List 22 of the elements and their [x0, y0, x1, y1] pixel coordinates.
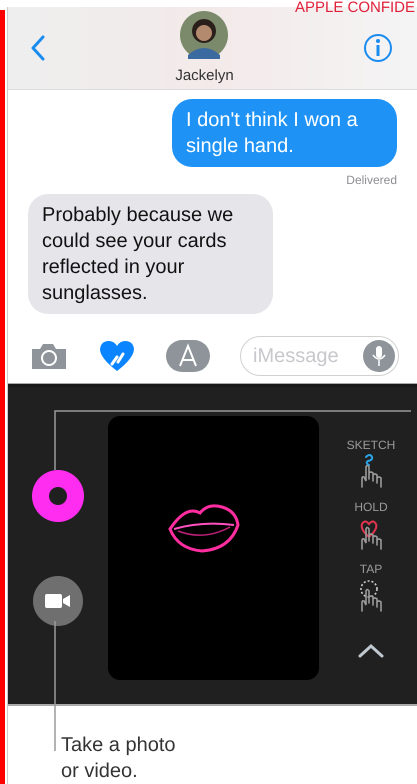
info-icon[interactable]	[362, 33, 393, 63]
video-camera-icon	[45, 593, 71, 609]
gesture-label: HOLD	[354, 499, 388, 515]
heart-touch-icon[interactable]	[98, 340, 136, 372]
callout-text: Take a photo or video.	[61, 733, 177, 784]
message-bar[interactable]: iMessage	[240, 336, 399, 376]
contact-name: Jackelyn	[175, 66, 234, 86]
avatar[interactable]	[180, 10, 228, 59]
received-message-bubble: Probably because we could see your cards reflected in your sunglasses.	[28, 194, 273, 314]
microphone-icon[interactable]	[363, 340, 395, 372]
chevron-up-icon[interactable]	[357, 643, 385, 659]
gesture-label: TAP	[360, 561, 382, 577]
confidential-label: APPLE CONFIDE	[294, 0, 415, 16]
gesture-label: SKETCH	[346, 437, 396, 453]
back-icon[interactable]	[30, 35, 46, 61]
record-button[interactable]	[32, 470, 84, 522]
camera-icon[interactable]	[30, 341, 68, 371]
message-field[interactable]: iMessage	[253, 341, 363, 371]
app-store-icon[interactable]	[166, 340, 210, 372]
delivered-status: Delivered	[346, 172, 397, 189]
video-button[interactable]	[33, 576, 83, 626]
sent-message-bubble: I don't think I won a single hand.	[172, 99, 397, 167]
